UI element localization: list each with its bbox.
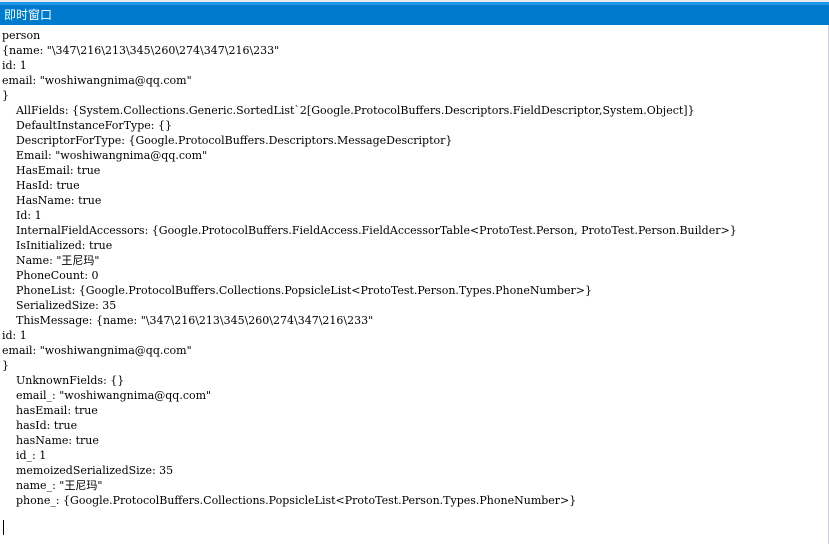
output-line: hasName: true	[2, 434, 99, 447]
output-line: id: 1	[2, 329, 27, 342]
output-line: }	[2, 89, 9, 102]
output-line: DescriptorForType: {Google.ProtocolBuffe…	[2, 134, 453, 147]
output-line: InternalFieldAccessors: {Google.Protocol…	[2, 224, 737, 237]
title-bar: 即时窗口	[0, 0, 829, 25]
output-line: Id: 1	[2, 209, 42, 222]
output-line: UnknownFields: {}	[2, 374, 125, 387]
output-line: Email: "woshiwangnima@qq.com"	[2, 149, 208, 162]
immediate-window: 即时窗口 person {name: "\347\216\213\345\260\…	[0, 0, 829, 544]
output-line: id_: 1	[2, 449, 47, 462]
output-line: IsInitialized: true	[2, 239, 113, 252]
output-line: HasName: true	[2, 194, 102, 207]
output-line: DefaultInstanceForType: {}	[2, 119, 172, 132]
output-line: ThisMessage: {name: "\347\216\213\345\26…	[2, 314, 374, 327]
output-line: name_: "王尼玛"	[2, 479, 103, 492]
output-line: AllFields: {System.Collections.Generic.S…	[2, 104, 695, 117]
output-line: phone_: {Google.ProtocolBuffers.Collecti…	[2, 494, 577, 507]
output-line: hasEmail: true	[2, 404, 98, 417]
output-line: email: "woshiwangnima@qq.com"	[2, 344, 192, 357]
window-title: 即时窗口	[4, 8, 53, 22]
output-line: person	[2, 29, 41, 42]
output-line: id: 1	[2, 59, 27, 72]
output-line: HasId: true	[2, 179, 80, 192]
title-tab[interactable]: 即时窗口	[0, 5, 829, 25]
output-line: SerializedSize: 35	[2, 299, 117, 312]
output-line: HasEmail: true	[2, 164, 101, 177]
output-line: hasId: true	[2, 419, 78, 432]
output-line: PhoneList: {Google.ProtocolBuffers.Colle…	[2, 284, 593, 297]
text-caret	[3, 520, 4, 535]
output-line: {name: "\347\216\213\345\260\274\347\216…	[2, 44, 280, 57]
output-line: }	[2, 359, 9, 372]
output-line: Name: "王尼玛"	[2, 254, 100, 267]
output-line: email_: "woshiwangnima@qq.com"	[2, 389, 212, 402]
output-line: PhoneCount: 0	[2, 269, 99, 282]
immediate-output-text[interactable]: person {name: "\347\216\213\345\260\274\3…	[2, 28, 822, 518]
output-line: memoizedSerializedSize: 35	[2, 464, 174, 477]
output-line: email: "woshiwangnima@qq.com"	[2, 74, 192, 87]
